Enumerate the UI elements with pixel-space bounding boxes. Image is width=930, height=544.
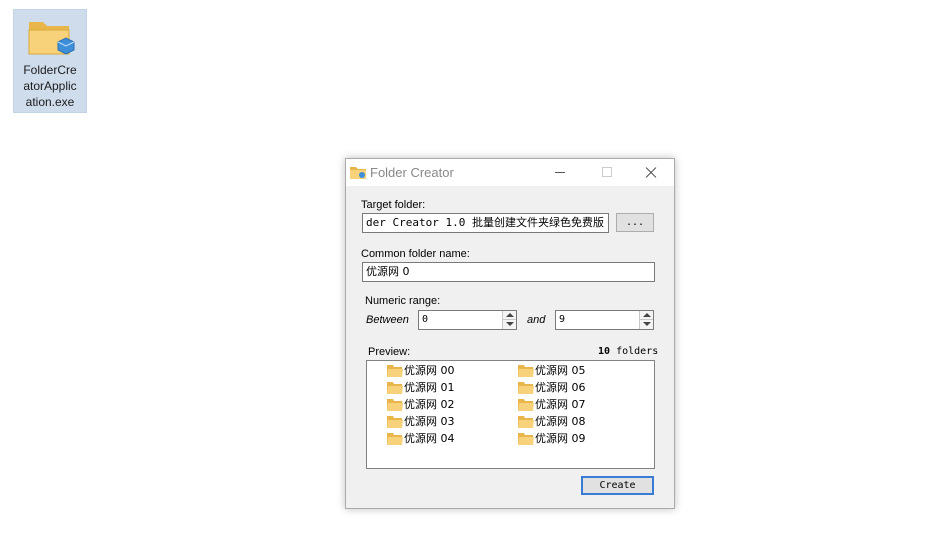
common-name-input[interactable]: 优源网 0 [362,262,655,282]
target-folder-label: Target folder: [361,199,426,211]
numeric-range-label: Numeric range: [365,295,441,307]
desktop-icon-label: FolderCre atorApplic ation.exe [23,63,77,109]
folder-icon [387,433,403,445]
preview-label: Preview: [368,346,411,358]
spin-down-icon[interactable] [506,322,514,326]
folder-app-icon [350,167,366,179]
folder-creator-window: Folder Creator Target folder: der Creato… [345,158,675,509]
maximize-button[interactable] [584,159,630,186]
between-label: Between [366,314,409,326]
folder-icon [387,399,403,411]
folder-icon [518,433,534,445]
folder-icon [518,365,534,377]
close-button[interactable] [628,159,674,186]
spin-divider [503,319,516,320]
spin-up-icon[interactable] [643,313,651,317]
browse-button[interactable]: ... [616,213,654,232]
spin-divider [640,319,653,320]
minimize-button[interactable] [538,159,584,186]
folder-icon [387,365,403,377]
target-folder-input[interactable]: der Creator 1.0 批量创建文件夹绿色免费版 [362,213,609,233]
folder-icon [387,382,403,394]
spin-down-icon[interactable] [643,322,651,326]
folder-count-unit: folders [616,346,659,357]
and-label: and [527,314,546,326]
desktop-icon-foldercreator[interactable]: FolderCre atorApplic ation.exe [13,9,87,113]
title-bar[interactable]: Folder Creator [346,159,674,186]
folder-icon [518,399,534,411]
spin-up-icon[interactable] [506,313,514,317]
preview-list[interactable]: 优源网 00 优源网 01 优源网 02 优源网 03 优源网 04 优源网 0… [366,360,655,469]
common-name-label: Common folder name: [361,248,470,260]
range-to-spinner[interactable] [639,311,653,329]
folder-count: 10 folders [598,346,658,357]
folder-icon [387,416,403,428]
folder-icon [518,416,534,428]
folder-icon [518,382,534,394]
folder-app-icon [28,22,75,55]
folder-count-value: 10 [598,346,611,357]
window-title: Folder Creator [370,165,454,180]
create-button[interactable]: Create [581,476,654,495]
range-from-spinner[interactable] [502,311,516,329]
